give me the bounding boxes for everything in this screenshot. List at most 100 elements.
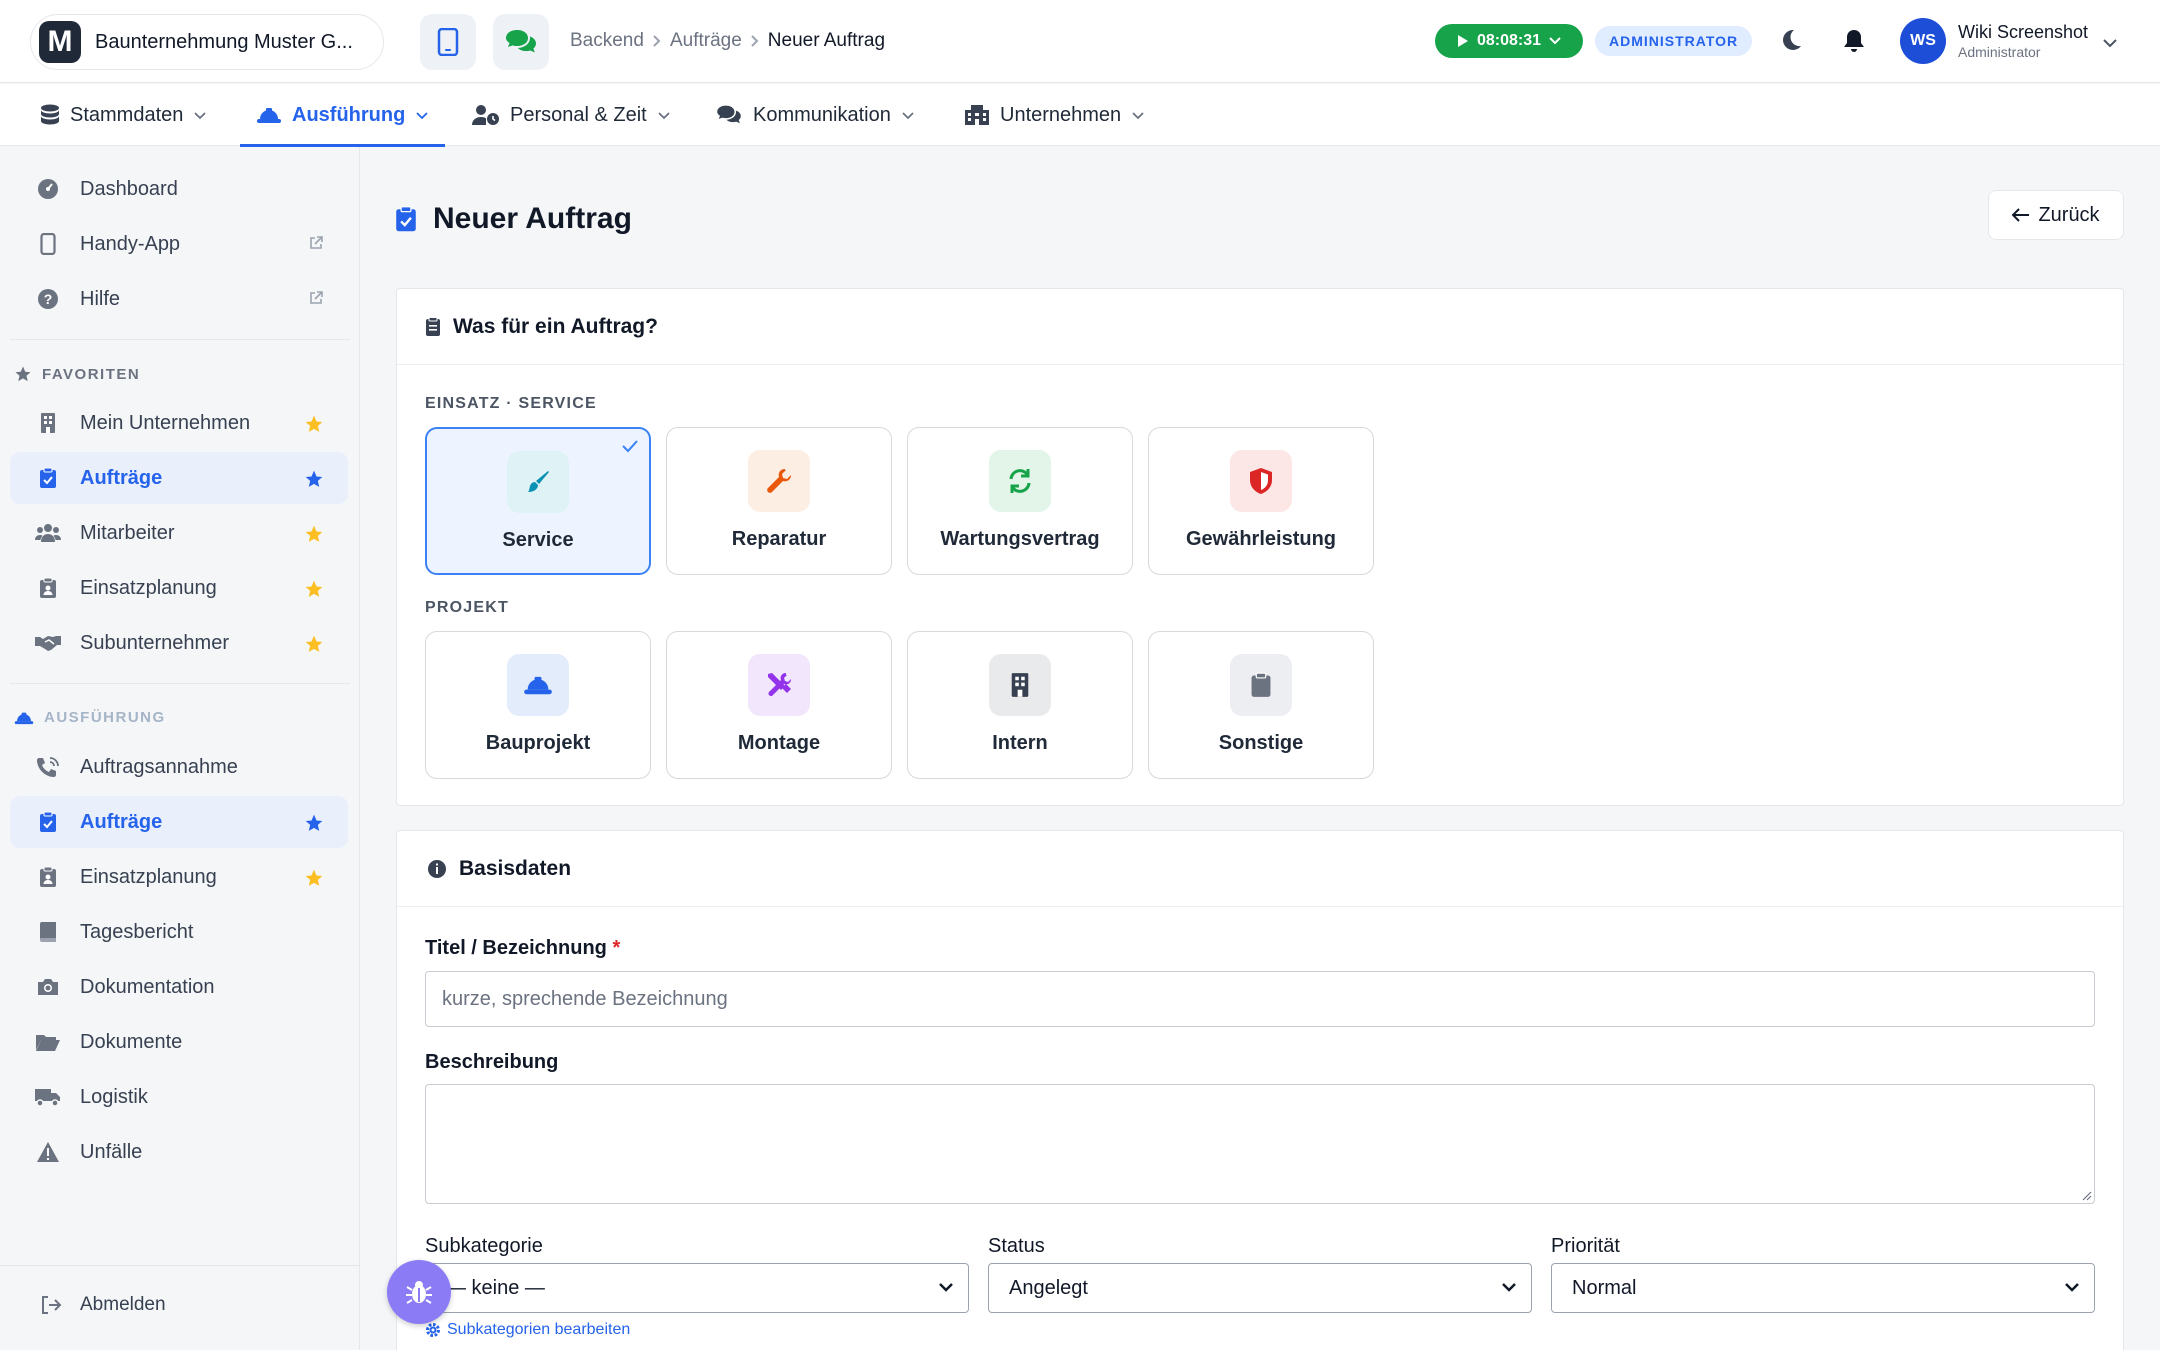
star-icon[interactable] <box>304 579 324 599</box>
sidebar-item-label: Mitarbeiter <box>80 521 175 544</box>
building-icon <box>1011 673 1029 697</box>
breadcrumb-backend[interactable]: Backend <box>570 30 644 52</box>
nav-kommunikation[interactable]: Kommunikation <box>715 84 915 146</box>
clipboard-check-icon <box>40 811 56 832</box>
folder-icon <box>36 1035 60 1051</box>
star-icon[interactable] <box>304 469 324 489</box>
clipboard-user-icon <box>40 577 56 598</box>
notifications-button[interactable] <box>1843 28 1865 54</box>
user-name[interactable]: Wiki Screenshot <box>1958 22 2088 43</box>
type-tile-montage[interactable]: Montage <box>666 631 892 779</box>
star-icon[interactable] <box>304 524 324 544</box>
description-textarea[interactable] <box>425 1084 2095 1204</box>
sidebar-item-hilfe[interactable]: ? Hilfe <box>10 273 348 325</box>
truck-icon <box>35 1089 60 1107</box>
sidebar-fav-mein-unternehmen[interactable]: Mein Unternehmen <box>10 397 348 449</box>
type-tile-bauprojekt[interactable]: Bauprojekt <box>425 631 651 779</box>
tools-icon <box>768 672 792 696</box>
company-switcher[interactable]: M Baunternehmung Muster G... <box>30 14 384 70</box>
resize-handle-icon[interactable] <box>2080 1189 2092 1201</box>
sidebar-item-unfaelle[interactable]: Unfälle <box>10 1126 348 1178</box>
sidebar-item-dokumentation[interactable]: Dokumentation <box>10 961 348 1013</box>
logout-label: Abmelden <box>80 1294 166 1315</box>
title-input[interactable]: kurze, sprechende Bezeichnung <box>425 971 2095 1027</box>
clipboard-icon <box>1251 672 1271 697</box>
tile-icon-box <box>507 654 569 716</box>
shield-icon <box>1250 468 1272 494</box>
nav-personal-zeit[interactable]: Personal & Zeit <box>472 84 671 146</box>
main-nav: Stammdaten Ausführung Personal & Zeit Ko… <box>0 84 2160 147</box>
sidebar-item-dashboard[interactable]: Dashboard <box>10 163 348 215</box>
sidebar-fav-einsatzplanung[interactable]: Einsatzplanung <box>10 562 348 614</box>
theme-toggle[interactable] <box>1780 28 1802 52</box>
chat-button[interactable] <box>493 14 549 70</box>
user-clock-icon <box>472 105 499 125</box>
user-menu-toggle[interactable] <box>2102 38 2118 48</box>
bug-report-button[interactable] <box>387 1260 451 1324</box>
edit-subcategories-link[interactable]: Subkategorien bearbeiten <box>425 1321 630 1339</box>
sidebar-fav-auftraege[interactable]: Aufträge <box>10 452 348 504</box>
chevron-down-icon <box>939 1283 953 1292</box>
nav-ausfuehrung[interactable]: Ausführung <box>239 84 446 147</box>
clipboard-user-icon <box>40 866 56 887</box>
nav-label: Ausführung <box>292 103 406 126</box>
type-tile-wartungsvertrag[interactable]: Wartungsvertrag <box>907 427 1133 575</box>
warning-icon <box>37 1142 59 1162</box>
chevron-down-icon <box>1132 111 1144 119</box>
basisdaten-card: Basisdaten Titel / Bezeichnung * kurze, … <box>396 830 2124 1350</box>
sidebar-fav-mitarbeiter[interactable]: Mitarbeiter <box>10 507 348 559</box>
subkategorie-label: Subkategorie <box>425 1235 543 1257</box>
type-tile-intern[interactable]: Intern <box>907 631 1133 779</box>
type-tile-service[interactable]: Service <box>425 427 651 575</box>
sidebar-item-logistik[interactable]: Logistik <box>10 1071 348 1123</box>
logout-button[interactable]: Abmelden <box>40 1294 166 1316</box>
time-tracker-button[interactable]: 08:08:31 <box>1435 24 1583 58</box>
hardhat-icon <box>14 712 34 724</box>
chevron-down-icon <box>2103 39 2117 48</box>
star-icon[interactable] <box>304 868 324 888</box>
nav-stammdaten[interactable]: Stammdaten <box>40 84 207 146</box>
status-select[interactable]: Angelegt <box>988 1263 1532 1313</box>
prio-select[interactable]: Normal <box>1551 1263 2095 1313</box>
type-tile-gewaehrleistung[interactable]: Gewährleistung <box>1148 427 1374 575</box>
avatar[interactable]: WS <box>1900 18 1946 64</box>
subkategorie-select[interactable]: — keine — <box>425 1263 969 1313</box>
title-label: Titel / Bezeichnung * <box>425 937 620 960</box>
breadcrumb-auftraege[interactable]: Aufträge <box>670 30 742 52</box>
clipboard-list-icon <box>426 316 440 336</box>
sidebar-item-dokumente[interactable]: Dokumente <box>10 1016 348 1068</box>
building-icon <box>965 105 989 125</box>
brush-icon <box>528 471 549 492</box>
arrow-left-icon <box>2012 208 2030 222</box>
star-icon[interactable] <box>304 813 324 833</box>
tile-icon-box <box>1230 654 1292 716</box>
sidebar-item-auftragsannahme[interactable]: Auftragsannahme <box>10 741 348 793</box>
bell-icon <box>1844 30 1864 52</box>
users-icon <box>35 524 61 542</box>
star-icon[interactable] <box>304 414 324 434</box>
type-tile-sonstige[interactable]: Sonstige <box>1148 631 1374 779</box>
chat-icon <box>506 30 536 53</box>
nav-unternehmen[interactable]: Unternehmen <box>964 84 1145 146</box>
sidebar-fav-subunternehmer[interactable]: Subunternehmer <box>10 617 348 669</box>
tile-icon-box <box>1230 450 1292 512</box>
sidebar-item-auftraege[interactable]: Aufträge <box>10 796 348 848</box>
tile-label: Montage <box>737 732 821 754</box>
back-button[interactable]: Zurück <box>1988 190 2124 240</box>
star-icon[interactable] <box>304 634 324 654</box>
card-header: Basisdaten <box>397 831 2123 907</box>
sidebar-item-label: Einsatzplanung <box>80 865 217 888</box>
clipboard-check-icon <box>40 467 56 488</box>
sidebar-item-handy-app[interactable]: Handy-App <box>10 218 348 270</box>
sidebar-item-tagesbericht[interactable]: Tagesbericht <box>10 906 348 958</box>
clipboard-check-icon <box>396 206 416 232</box>
company-name: Baunternehmung Muster G... <box>95 30 353 53</box>
sidebar-item-label: Handy-App <box>80 232 181 255</box>
moon-icon <box>1783 29 1801 50</box>
mobile-app-button[interactable] <box>420 14 476 70</box>
external-link-icon <box>310 291 323 304</box>
gear-icon <box>426 1323 440 1337</box>
sidebar-item-einsatzplanung[interactable]: Einsatzplanung <box>10 851 348 903</box>
type-tile-reparatur[interactable]: Reparatur <box>666 427 892 575</box>
company-logo: M <box>39 21 81 63</box>
